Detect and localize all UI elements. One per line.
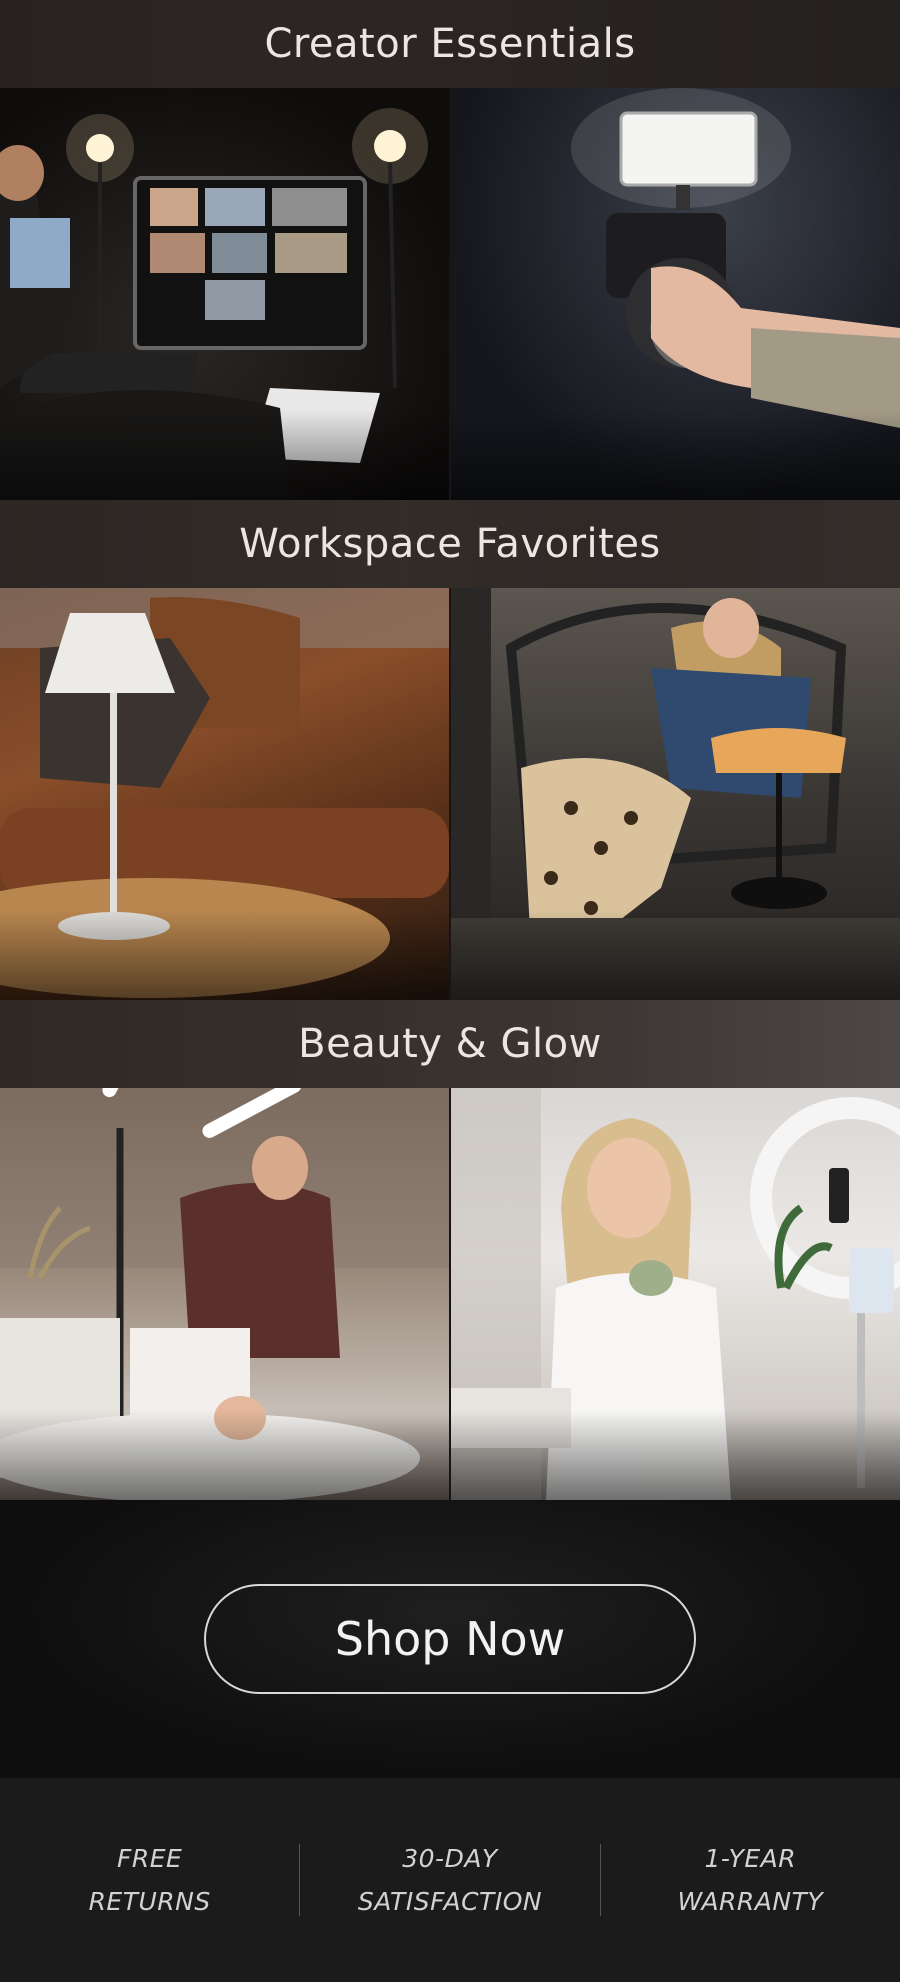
section-header: Workspace Favorites [0,500,900,588]
beauty-spa-light-photo[interactable] [0,1088,449,1500]
table-lamp-sofa-photo[interactable] [0,588,449,1000]
lamp-illustration [0,588,449,998]
section-header: Beauty & Glow [0,1000,900,1088]
perk-line: WARRANTY [677,1887,824,1916]
perk-line: FREE [116,1844,183,1873]
ring-light-illustration [451,1088,900,1500]
perks-footer: FREE RETURNS 30-DAY SATISFACTION 1-YEAR … [0,1778,900,1982]
cta-band: Shop Now [0,1500,900,1778]
perk-warranty: 1-YEAR WARRANTY [601,1837,900,1923]
perk-line: 1-YEAR [704,1844,797,1873]
perk-line: RETURNS [88,1887,211,1916]
cordless-lamp-patio-photo[interactable] [451,588,900,1000]
camera-light-photo[interactable] [451,88,900,500]
section-title: Beauty & Glow [298,1021,602,1067]
shop-now-button[interactable]: Shop Now [204,1584,696,1694]
section-title: Creator Essentials [264,21,636,67]
beauty-glow-section: Beauty & Glow [0,1000,900,1500]
perk-line: 30-DAY [402,1844,498,1873]
section-header: Creator Essentials [0,0,900,88]
perk-line: SATISFACTION [357,1887,543,1916]
section-title: Workspace Favorites [239,521,661,567]
camera-illustration [571,88,900,428]
ring-light-photo[interactable] [451,1088,900,1500]
patio-illustration [451,588,900,1000]
spa-illustration [0,1088,449,1500]
perk-satisfaction: 30-DAY SATISFACTION [300,1837,599,1923]
video-call-desk-photo[interactable] [0,88,449,500]
workspace-favorites-section: Workspace Favorites [0,500,900,1000]
creator-essentials-section: Creator Essentials [0,0,900,500]
perk-free-returns: FREE RETURNS [0,1837,299,1923]
desk-illustration [0,108,428,500]
